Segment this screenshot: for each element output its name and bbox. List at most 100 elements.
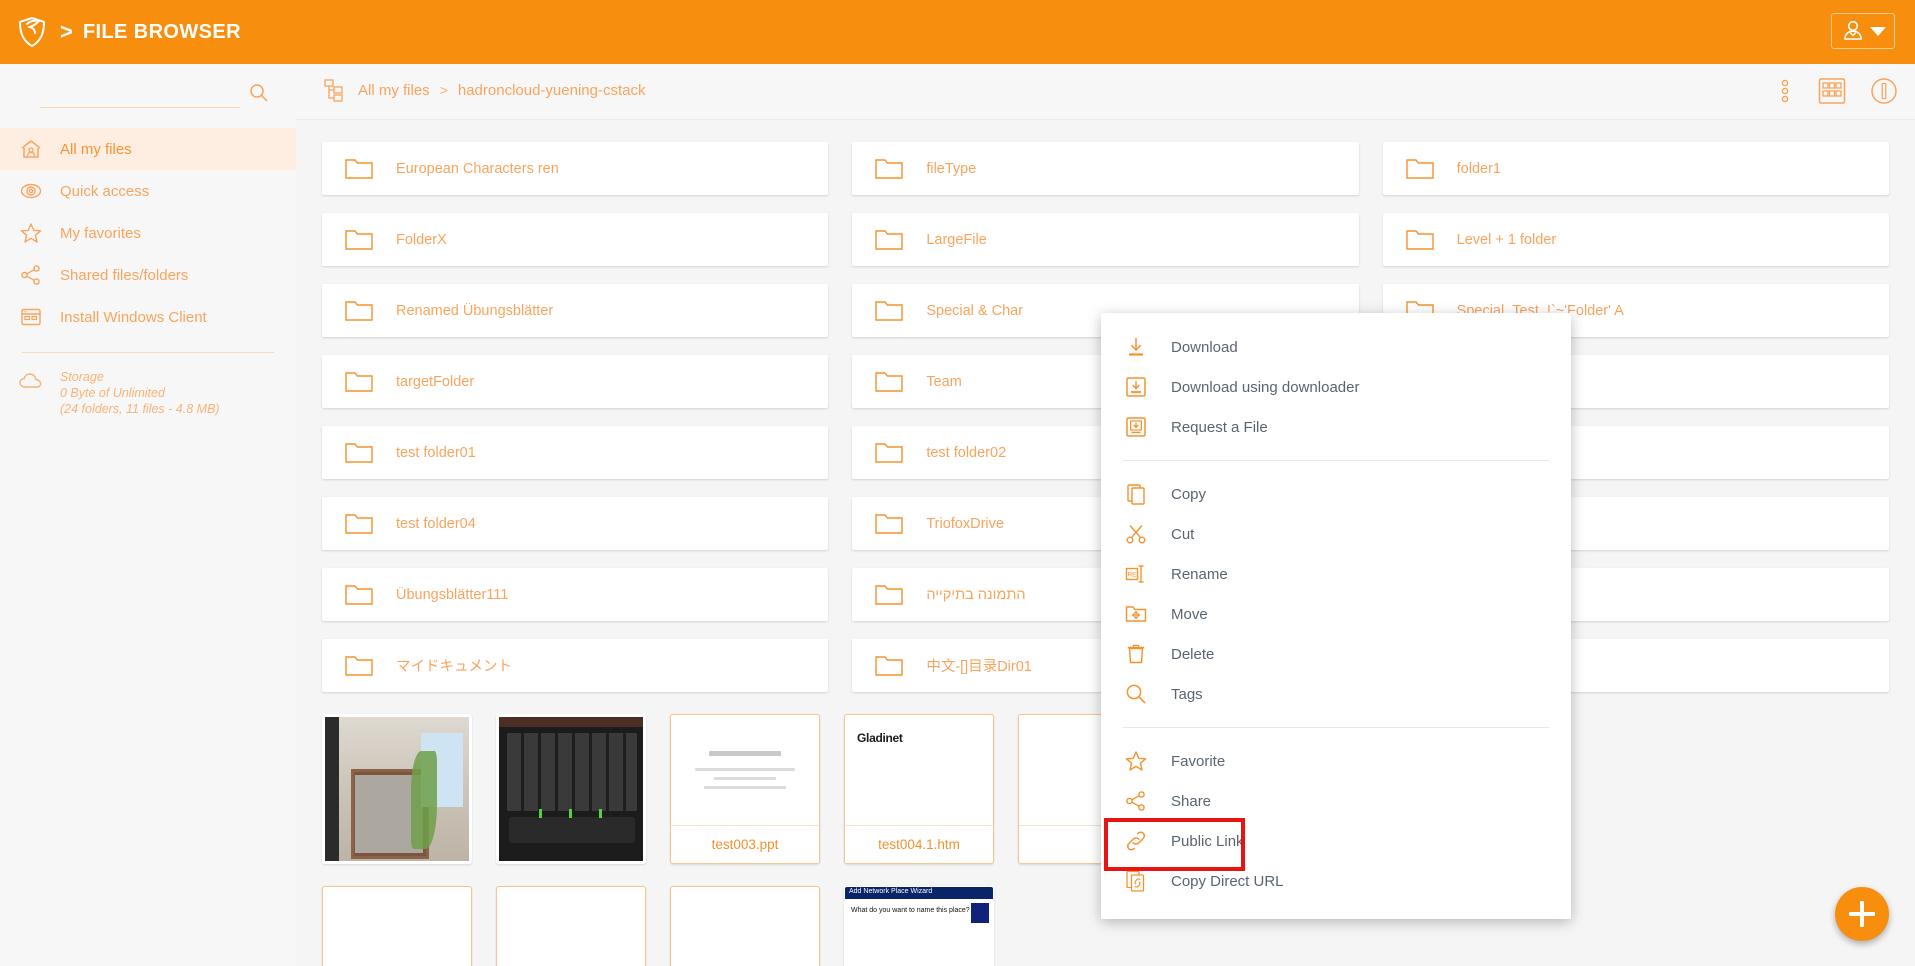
copy-link-icon: [1123, 868, 1149, 894]
sidebar-item-shared-files-folders[interactable]: Shared files/folders: [0, 254, 296, 296]
sidebar-item-label: My favorites: [60, 224, 141, 242]
context-menu-item-label: Public Link: [1171, 832, 1244, 850]
context-menu-item-label: Download: [1171, 338, 1238, 356]
file-item[interactable]: [496, 714, 646, 864]
storage-usage: 0 Byte of Unlimited: [60, 386, 165, 400]
folder-item[interactable]: Übungsblätter111: [322, 568, 829, 621]
storage-info: Storage 0 Byte of Unlimited (24 folders,…: [0, 369, 296, 417]
folder-item[interactable]: test folder04: [322, 497, 829, 550]
folder-item[interactable]: Level + 1 folder: [1382, 213, 1889, 266]
context-menu-item-label: Favorite: [1171, 752, 1226, 770]
folder-icon: [344, 228, 374, 252]
folder-icon: [344, 370, 374, 394]
download-box-icon: [1123, 374, 1149, 400]
file-item[interactable]: [322, 886, 472, 966]
search-input[interactable]: [40, 80, 240, 108]
folder-icon: [874, 299, 904, 323]
file-item[interactable]: [322, 714, 472, 864]
blank-preview-thumbnail: [671, 887, 819, 966]
folder-item[interactable]: folder1: [1382, 142, 1889, 195]
folder-name: test folder04: [396, 515, 476, 532]
context-menu-item-favorite[interactable]: Favorite: [1101, 741, 1571, 781]
folder-item[interactable]: targetFolder: [322, 355, 829, 408]
download-icon: [1123, 334, 1149, 360]
folder-name: European Characters ren: [396, 160, 559, 177]
folder-name: Übungsblätter111: [396, 586, 509, 603]
context-menu-item-request-a-file[interactable]: Request a File: [1101, 407, 1571, 447]
eye-icon: [18, 178, 44, 204]
file-item[interactable]: Gladinet test004.1.htm: [844, 714, 994, 864]
add-button[interactable]: [1835, 887, 1889, 941]
storage-detail: (24 folders, 11 files - 4.8 MB): [60, 402, 220, 416]
share-nodes-icon: [18, 262, 44, 288]
sidebar-item-quick-access[interactable]: Quick access: [0, 170, 296, 212]
scissors-icon: [1123, 521, 1149, 547]
folder-icon: [874, 228, 904, 252]
grid-view-icon[interactable]: [1817, 77, 1847, 105]
folder-name: Level + 1 folder: [1456, 231, 1557, 248]
folder-item[interactable]: test folder01: [322, 426, 829, 479]
context-menu-item-label: Delete: [1171, 645, 1215, 663]
breadcrumb-root[interactable]: All my files: [358, 82, 430, 99]
folder-name: fileType: [926, 160, 977, 177]
folder-item[interactable]: European Characters ren: [322, 142, 829, 195]
context-menu-item-label: Rename: [1171, 565, 1228, 583]
user-menu-button[interactable]: [1831, 13, 1895, 49]
file-name: test003.ppt: [671, 825, 819, 863]
context-menu-item-copy[interactable]: Copy: [1101, 474, 1571, 514]
context-menu-item-rename[interactable]: RE Rename: [1101, 554, 1571, 594]
sidebar-item-all-my-files[interactable]: All my files: [0, 128, 296, 170]
sidebar-item-my-favorites[interactable]: My favorites: [0, 212, 296, 254]
folder-name: Renamed Übungsblätter: [396, 302, 554, 319]
folder-name: folder1: [1456, 160, 1501, 177]
user-avatar-icon: [1844, 20, 1862, 40]
folder-item[interactable]: LargeFile: [852, 213, 1359, 266]
sidebar-item-label: Shared files/folders: [60, 266, 189, 284]
folder-name: LargeFile: [926, 231, 987, 248]
context-menu-item-download[interactable]: Download: [1101, 327, 1571, 367]
context-menu-item-share[interactable]: Share: [1101, 781, 1571, 821]
top-header-bar: > FILE BROWSER: [0, 0, 1915, 64]
folder-icon: [874, 654, 904, 678]
info-icon[interactable]: [1869, 76, 1899, 106]
context-menu: Download Download using downloader Reque…: [1101, 313, 1571, 919]
file-item[interactable]: Add Network Place Wizard What do you wan…: [844, 886, 994, 966]
context-menu-item-copy-direct-url[interactable]: Copy Direct URL: [1101, 861, 1571, 901]
file-item[interactable]: test003.ppt: [670, 714, 820, 864]
folder-name: Special & Char: [926, 302, 1024, 319]
folder-name: TriofoxDrive: [926, 515, 1004, 532]
star-icon: [1123, 748, 1149, 774]
breadcrumb-bar: All my files > hadroncloud-yuening-cstac…: [296, 64, 1915, 120]
breadcrumb-current[interactable]: hadroncloud-yuening-cstack: [458, 82, 646, 99]
folder-item[interactable]: FolderX: [322, 213, 829, 266]
folder-item[interactable]: Renamed Übungsblätter: [322, 284, 829, 337]
file-item[interactable]: [496, 886, 646, 966]
file-item[interactable]: [670, 886, 820, 966]
context-menu-item-public-link[interactable]: Public Link: [1101, 818, 1571, 871]
breadcrumb-separator: >: [439, 82, 448, 98]
htm-preview-thumbnail: Gladinet: [845, 715, 993, 825]
search-icon[interactable]: [248, 82, 270, 104]
folder-name: test folder01: [396, 444, 476, 461]
folder-item[interactable]: マイドキュメント: [322, 639, 829, 692]
wizard-title: Add Network Place Wizard: [849, 888, 933, 895]
folder-icon: [874, 583, 904, 607]
context-menu-divider: [1123, 727, 1549, 728]
context-menu-item-tags[interactable]: Tags: [1101, 674, 1571, 714]
folder-item[interactable]: fileType: [852, 142, 1359, 195]
folder-name: התמונה בתיקייה: [926, 586, 1026, 603]
link-icon: [1123, 828, 1149, 854]
sidebar-divider: [22, 352, 274, 353]
chevron-down-icon: [1870, 26, 1886, 36]
context-menu-item-delete[interactable]: Delete: [1101, 634, 1571, 674]
trash-icon: [1123, 641, 1149, 667]
context-menu-item-label: Move: [1171, 605, 1208, 623]
more-options-icon[interactable]: [1775, 78, 1795, 104]
file-name: test004.1.htm: [845, 825, 993, 863]
sidebar-item-install-windows-client[interactable]: Install Windows Client: [0, 296, 296, 338]
context-menu-item-move[interactable]: Move: [1101, 594, 1571, 634]
shield-logo-icon[interactable]: [8, 8, 56, 56]
context-menu-item-cut[interactable]: Cut: [1101, 514, 1571, 554]
folder-icon: [874, 157, 904, 181]
context-menu-item-download-using-downloader[interactable]: Download using downloader: [1101, 367, 1571, 407]
